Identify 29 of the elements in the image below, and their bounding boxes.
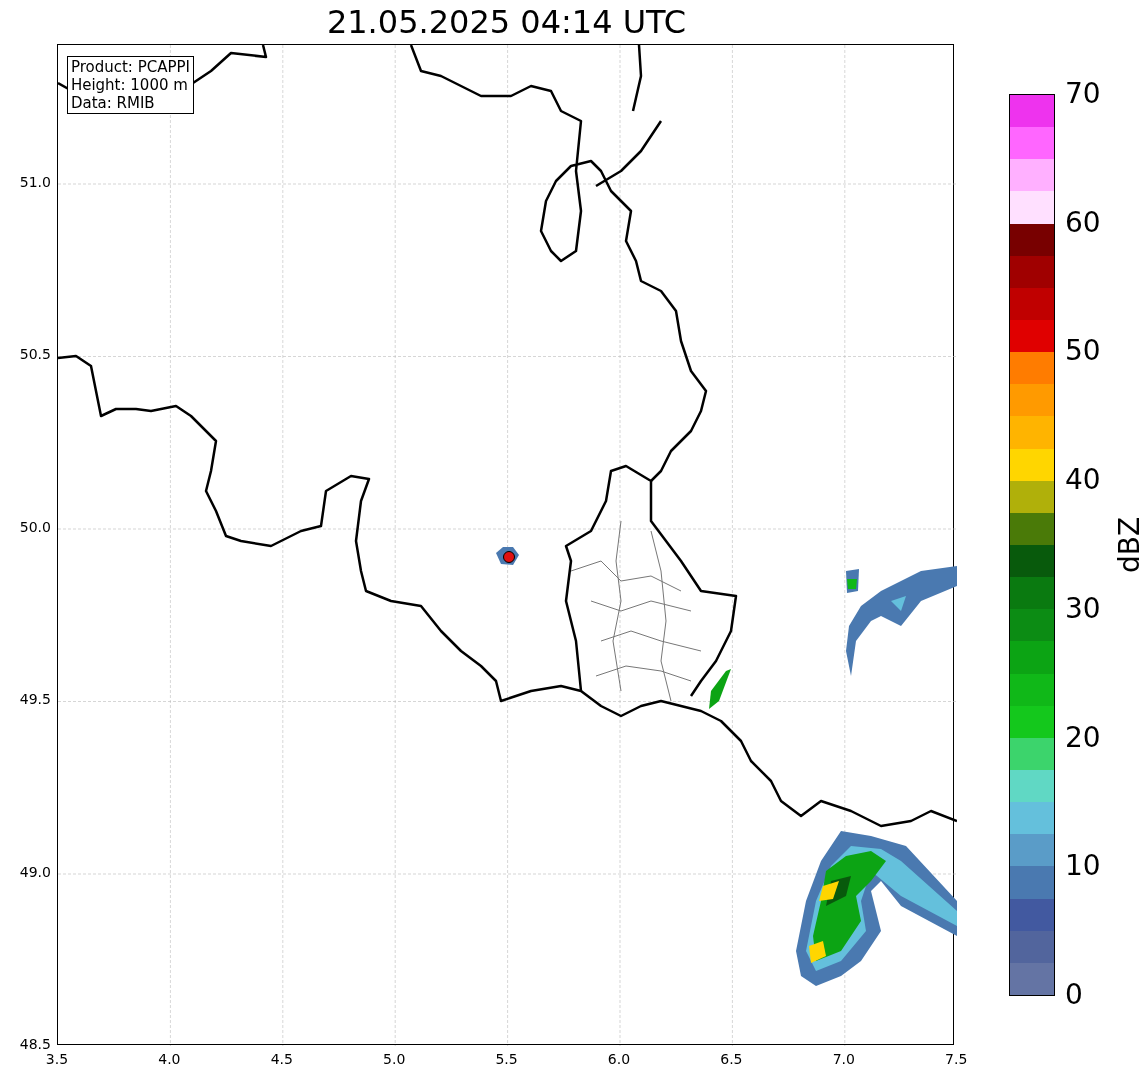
colorbar-label: dBZ bbox=[1116, 516, 1144, 574]
x-tick-label: 6.0 bbox=[607, 1052, 631, 1066]
colorbar-tick-label: 10 bbox=[1065, 852, 1101, 881]
x-tick-label: 4.5 bbox=[270, 1052, 293, 1066]
x-tick-label: 4.0 bbox=[158, 1052, 181, 1066]
x-tick-label: 6.5 bbox=[720, 1052, 743, 1066]
colorbar-tick-label: 40 bbox=[1065, 466, 1101, 495]
colorbar-tick-label: 20 bbox=[1065, 723, 1101, 752]
info-text: Data: RMIB bbox=[70, 94, 156, 112]
y-tick-label: 51.0 bbox=[19, 174, 51, 189]
colorbar-tick-label: 50 bbox=[1065, 337, 1101, 366]
y-tick-label: 48.5 bbox=[19, 1037, 51, 1051]
radar-site-marker bbox=[502, 551, 515, 563]
x-tick-label: 7.5 bbox=[945, 1052, 968, 1066]
y-tick-label: 50.0 bbox=[19, 519, 51, 534]
y-tick-label: 50.5 bbox=[19, 347, 51, 361]
info-text: Height: 1000 m bbox=[70, 76, 189, 94]
x-tick-label: 7.0 bbox=[832, 1052, 855, 1066]
x-tick-label: 3.5 bbox=[45, 1052, 69, 1066]
x-tick-label: 5.0 bbox=[383, 1052, 406, 1066]
x-tick-label: 5.5 bbox=[495, 1052, 518, 1066]
y-tick-label: 49.0 bbox=[19, 864, 51, 879]
colorbar-tick-label: 70 bbox=[1065, 80, 1101, 108]
colorbar-tick-label: 60 bbox=[1065, 208, 1101, 237]
colorbar-tick-label: 30 bbox=[1065, 594, 1101, 623]
y-tick-label: 49.5 bbox=[19, 692, 51, 706]
info-text: Product: PCAPPI bbox=[70, 58, 190, 76]
chart-title: 21.05.2025 04:14 UTC bbox=[326, 6, 687, 38]
colorbar-tick-label: 0 bbox=[1065, 981, 1083, 1009]
